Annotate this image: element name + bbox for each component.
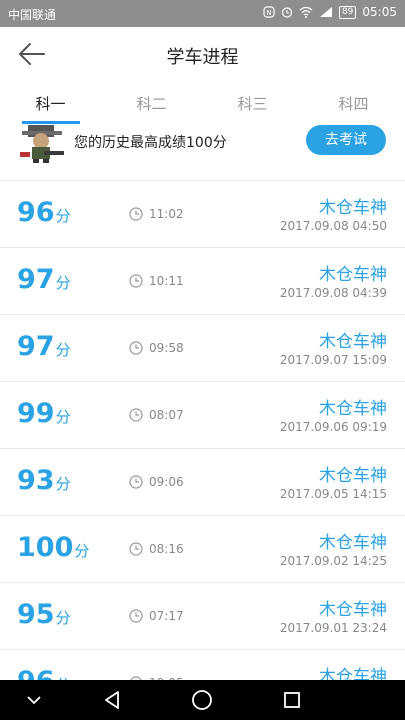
exam-datetime: 2017.09.08 04:50 <box>279 219 387 233</box>
duration: 09:06 <box>129 475 184 489</box>
score: 97分 <box>17 331 71 362</box>
list-item[interactable]: 99分 08:07 木仓车神 2017.09.06 09:19 <box>0 382 405 449</box>
score-unit: 分 <box>55 341 71 359</box>
svg-text:N: N <box>266 9 271 17</box>
score: 99分 <box>17 398 71 429</box>
duration-value: 09:58 <box>149 341 184 355</box>
avatar <box>20 125 64 163</box>
exam-datetime: 2017.09.06 09:19 <box>279 420 387 434</box>
alarm-icon <box>281 7 293 18</box>
duration: 08:07 <box>129 408 184 422</box>
duration: 11:02 <box>129 207 184 221</box>
carrier-label: 中国联通 <box>8 8 57 22</box>
subject-tabs: 科一 科二 科三 科四 <box>0 81 405 126</box>
score-value: 97 <box>17 264 55 295</box>
duration-value: 08:07 <box>149 408 184 422</box>
user-name: 木仓车神 <box>319 198 387 218</box>
tab-subject-3[interactable]: 科三 <box>202 93 303 114</box>
best-score-summary: 您的历史最高成绩100分 去考试 <box>0 125 405 181</box>
system-nav-bar <box>0 680 405 720</box>
clock-icon <box>129 207 143 221</box>
user-name: 木仓车神 <box>319 466 387 486</box>
duration-value: 11:02 <box>149 207 184 221</box>
duration: 07:17 <box>129 609 184 623</box>
list-item[interactable]: 97分 10:11 木仓车神 2017.09.08 04:39 <box>0 248 405 315</box>
duration-value: 10:11 <box>149 274 184 288</box>
clock-icon <box>129 408 143 422</box>
score-value: 93 <box>17 465 55 496</box>
tab-subject-4[interactable]: 科四 <box>303 93 404 114</box>
exam-datetime: 2017.09.07 15:09 <box>279 353 387 367</box>
wifi-icon <box>299 6 313 18</box>
duration: 09:58 <box>129 341 184 355</box>
user-name: 木仓车神 <box>319 265 387 285</box>
chevron-down-icon <box>27 696 41 705</box>
home-circle-icon <box>192 690 212 710</box>
score-value: 97 <box>17 331 55 362</box>
back-triangle-icon <box>105 691 119 709</box>
exam-datetime: 2017.09.05 14:15 <box>279 487 387 501</box>
list-item[interactable]: 96分 11:02 木仓车神 2017.09.08 04:50 <box>0 181 405 248</box>
tab-subject-2[interactable]: 科二 <box>101 93 202 114</box>
score-value: 95 <box>17 599 55 630</box>
page-title: 学车进程 <box>166 47 239 68</box>
list-item[interactable]: 95分 07:17 木仓车神 2017.09.01 23:24 <box>0 583 405 650</box>
exam-datetime: 2017.09.01 23:24 <box>279 621 387 635</box>
user-name: 木仓车神 <box>319 533 387 553</box>
duration: 08:16 <box>129 542 184 556</box>
clock-icon <box>129 475 143 489</box>
tab-subject-1[interactable]: 科一 <box>0 93 101 114</box>
list-item[interactable]: 93分 09:06 木仓车神 2017.09.05 14:15 <box>0 449 405 516</box>
duration-value: 09:06 <box>149 475 184 489</box>
score-value: 100 <box>17 532 74 563</box>
score-unit: 分 <box>55 274 71 292</box>
clock-icon <box>129 274 143 288</box>
user-name: 木仓车神 <box>319 332 387 352</box>
best-score-text: 您的历史最高成绩100分 <box>74 135 227 151</box>
list-item[interactable]: 100分 08:16 木仓车神 2017.09.02 14:25 <box>0 516 405 583</box>
signal-icon <box>319 7 332 17</box>
exam-datetime: 2017.09.02 14:25 <box>279 554 387 568</box>
clock-icon <box>129 609 143 623</box>
score-unit: 分 <box>74 542 90 560</box>
score-unit: 分 <box>55 475 71 493</box>
tab-indicator <box>22 121 80 124</box>
start-exam-button[interactable]: 去考试 <box>306 125 386 155</box>
score-unit: 分 <box>55 207 71 225</box>
score: 100分 <box>17 532 89 563</box>
score-value: 96 <box>17 197 55 228</box>
score: 97分 <box>17 264 71 295</box>
clock-icon <box>129 341 143 355</box>
app-bar: 学车进程 <box>0 27 405 81</box>
status-icons: N 89 05:05 <box>263 5 397 19</box>
score: 96分 <box>17 197 71 228</box>
exam-records-list: 96分 11:02 木仓车神 2017.09.08 04:50 97分 10:1… <box>0 181 405 717</box>
battery-indicator: 89 <box>338 5 357 19</box>
score: 93分 <box>17 465 71 496</box>
clock-icon <box>129 542 143 556</box>
status-bar: 中国联通 N 89 05:05 <box>0 0 405 27</box>
recents-square-icon <box>284 692 300 708</box>
nfc-icon: N <box>263 6 275 18</box>
score-unit: 分 <box>55 609 71 627</box>
score-value: 99 <box>17 398 55 429</box>
nav-back-button[interactable] <box>100 688 124 712</box>
hide-keyboard-button[interactable] <box>22 688 46 712</box>
duration-value: 08:16 <box>149 542 184 556</box>
list-item[interactable]: 97分 09:58 木仓车神 2017.09.07 15:09 <box>0 315 405 382</box>
duration: 10:11 <box>129 274 184 288</box>
nav-home-button[interactable] <box>190 688 214 712</box>
nav-recents-button[interactable] <box>280 688 304 712</box>
user-name: 木仓车神 <box>319 600 387 620</box>
exam-datetime: 2017.09.08 04:39 <box>279 286 387 300</box>
score-unit: 分 <box>55 408 71 426</box>
user-name: 木仓车神 <box>319 399 387 419</box>
status-time: 05:05 <box>362 5 397 19</box>
score: 95分 <box>17 599 71 630</box>
duration-value: 07:17 <box>149 609 184 623</box>
